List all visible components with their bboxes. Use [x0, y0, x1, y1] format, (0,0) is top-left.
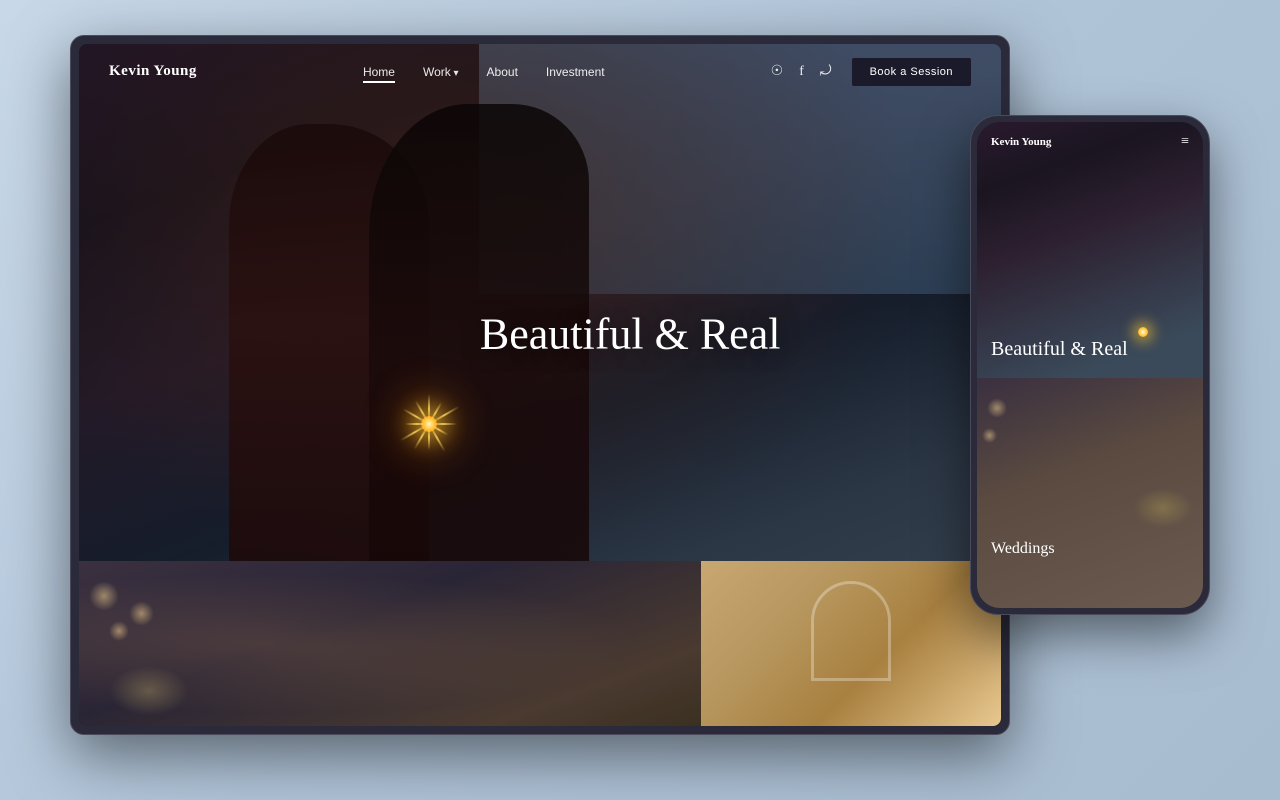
bokeh-light-1 — [89, 581, 119, 611]
nav-investment[interactable]: Investment — [546, 65, 605, 79]
mobile-logo: Kevin Young — [991, 136, 1051, 148]
gallery-item-arch — [701, 561, 1001, 726]
nav-work[interactable]: Work — [423, 65, 459, 79]
nav-icons: ☉ f ⤾ — [771, 63, 832, 80]
gallery-strip — [79, 561, 1001, 726]
nav-home[interactable]: Home — [363, 65, 395, 79]
instagram-icon[interactable]: ☉ — [771, 63, 784, 80]
bokeh-light-3 — [129, 601, 154, 626]
mobile-wedding-label: Weddings — [991, 540, 1055, 558]
desktop-screen: Kevin Young Home Work About Investment ☉… — [79, 44, 1001, 726]
flowers-decoration — [109, 666, 189, 716]
bokeh-light-2 — [109, 621, 129, 641]
mobile-hero-title: Beautiful & Real — [991, 336, 1189, 362]
desktop-logo: Kevin Young — [109, 63, 197, 80]
mobile-wedding-section: Weddings — [977, 378, 1203, 608]
desktop-nav: Kevin Young Home Work About Investment ☉… — [79, 44, 1001, 99]
desktop-mockup: Kevin Young Home Work About Investment ☉… — [70, 35, 1010, 735]
sparkler-effect — [389, 384, 469, 464]
mobile-nav: Kevin Young ≡ — [977, 122, 1203, 162]
facebook-icon[interactable]: f — [799, 64, 804, 80]
nav-links: Home Work About Investment — [363, 65, 605, 79]
hero-title: Beautiful & Real — [480, 309, 781, 360]
mobile-mockup: Kevin Young ≡ Beautiful & Real Weddings — [970, 115, 1210, 615]
mobile-hero: Kevin Young ≡ Beautiful & Real — [977, 122, 1203, 402]
share-icon[interactable]: ⤾ — [820, 64, 832, 80]
mobile-bokeh-2 — [982, 428, 997, 443]
mobile-hamburger-icon[interactable]: ≡ — [1181, 134, 1189, 150]
mobile-bokeh-1 — [987, 398, 1007, 418]
mobile-screen: Kevin Young ≡ Beautiful & Real Weddings — [977, 122, 1203, 608]
arch-decoration — [811, 581, 891, 681]
nav-about[interactable]: About — [487, 65, 518, 79]
figure-right — [369, 104, 589, 624]
scene-container: Kevin Young Home Work About Investment ☉… — [70, 35, 1210, 765]
gallery-item-couple — [79, 561, 701, 726]
hero-section: Kevin Young Home Work About Investment ☉… — [79, 44, 1001, 624]
book-session-button[interactable]: Book a Session — [852, 58, 971, 86]
mobile-flowers — [1133, 488, 1193, 528]
